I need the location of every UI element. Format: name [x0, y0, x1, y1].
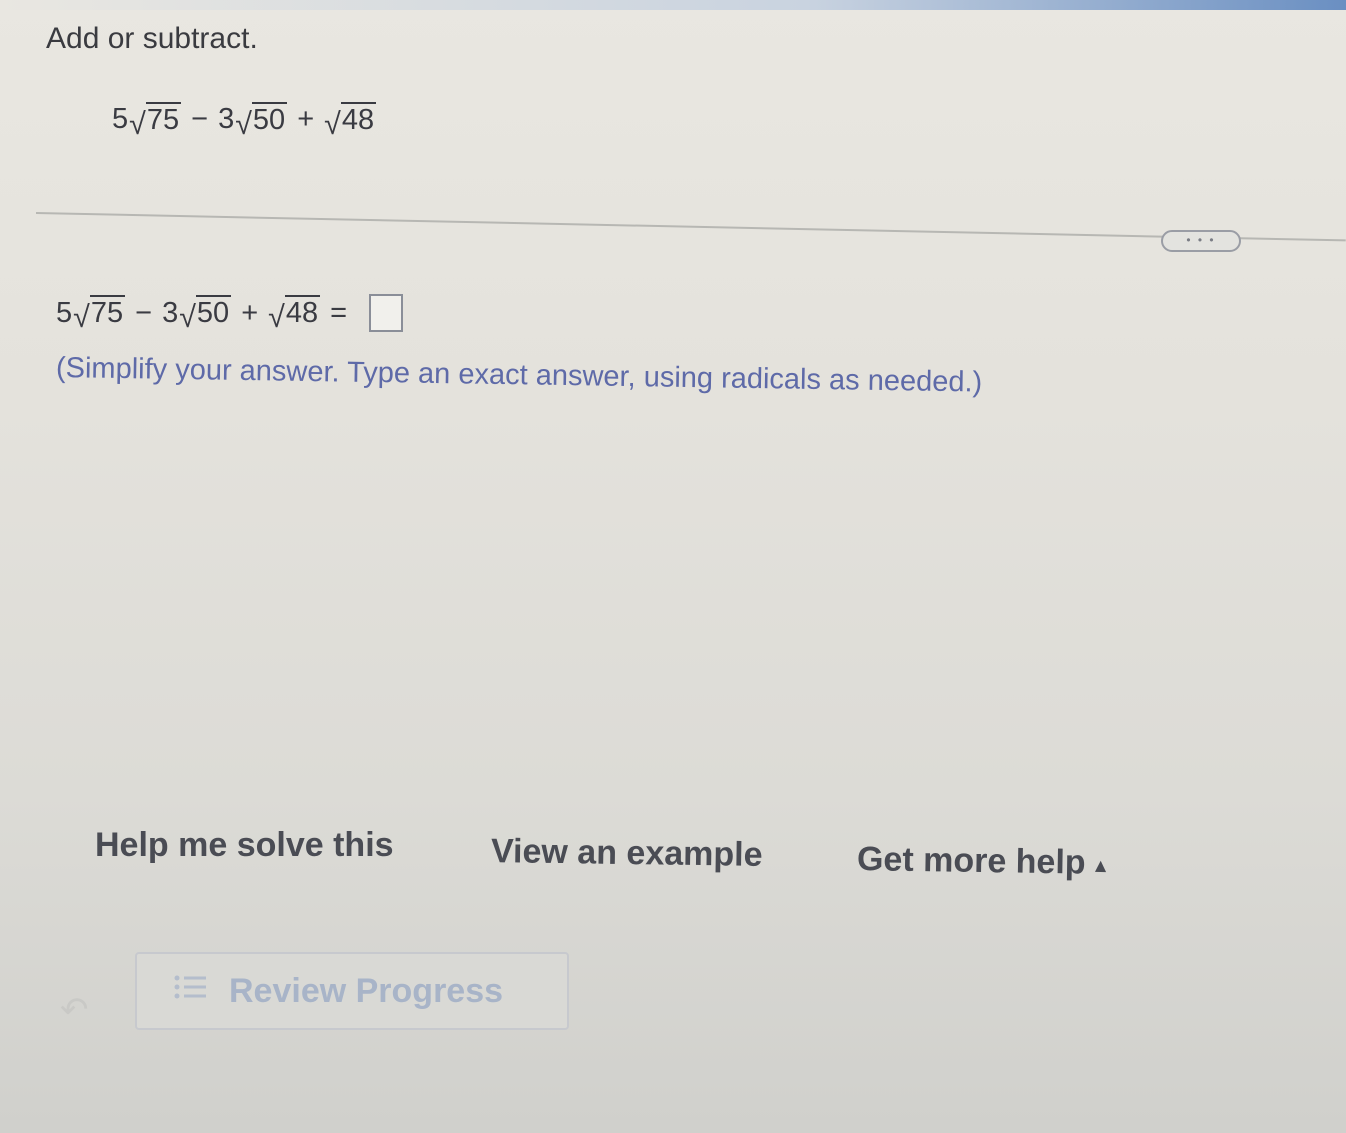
radical-sign-icon: √ [73, 300, 90, 335]
term3-radical: √ 48 [324, 102, 377, 141]
operator-plus: + [241, 296, 259, 329]
term2-coefficient: 3 [162, 296, 179, 329]
answer-input[interactable] [369, 294, 404, 332]
radical-sign-icon: √ [268, 300, 285, 335]
radical-sign-icon: √ [129, 106, 146, 141]
term3-radicand: 48 [340, 102, 377, 136]
term2-radical: √ 50 [179, 295, 232, 335]
review-progress-label: Review Progress [229, 971, 504, 1010]
term3-radical: √ 48 [268, 295, 321, 335]
review-progress-button[interactable]: Review Progress [135, 952, 569, 1030]
radical-sign-icon: √ [179, 300, 196, 335]
equals-sign: = [330, 296, 348, 329]
question-instruction: Add or subtract. [46, 22, 258, 55]
get-more-help-button[interactable]: Get more help ▴ [857, 840, 1106, 883]
term1-radicand: 75 [145, 102, 182, 136]
term1-coefficient: 5 [112, 103, 129, 136]
expand-more-button[interactable]: • • • [1161, 230, 1241, 252]
operator-minus: − [135, 296, 153, 329]
term1-radical: √ 75 [129, 102, 182, 141]
operator-minus: − [191, 103, 209, 136]
term2-radicand: 50 [251, 102, 288, 136]
term1-radical: √ 75 [73, 295, 126, 335]
help-me-solve-button[interactable]: Help me solve this [95, 826, 394, 865]
list-icon [173, 972, 209, 1011]
answer-expression: 5 √ 75 − 3 √ 50 + √ 48 = [56, 294, 404, 335]
term1-coefficient: 5 [56, 296, 73, 329]
get-more-help-label: Get more help [856, 840, 1086, 882]
undo-icon[interactable]: ↶ [60, 990, 89, 1030]
caret-up-icon: ▴ [1095, 854, 1106, 877]
radical-sign-icon: √ [324, 106, 341, 141]
term2-coefficient: 3 [218, 103, 235, 136]
section-divider [35, 212, 1346, 242]
operator-plus: + [297, 103, 315, 136]
term2-radical: √ 50 [235, 102, 288, 141]
radical-sign-icon: √ [235, 106, 252, 141]
term2-radicand: 50 [195, 295, 232, 330]
term3-radicand: 48 [284, 295, 321, 330]
answer-instructions: (Simplify your answer. Type an exact ans… [55, 352, 983, 399]
top-accent-bar [0, 0, 1346, 10]
problem-expression: 5 √ 75 − 3 √ 50 + √ 48 [112, 102, 377, 141]
view-example-button[interactable]: View an example [491, 832, 763, 875]
term1-radicand: 75 [89, 295, 126, 330]
